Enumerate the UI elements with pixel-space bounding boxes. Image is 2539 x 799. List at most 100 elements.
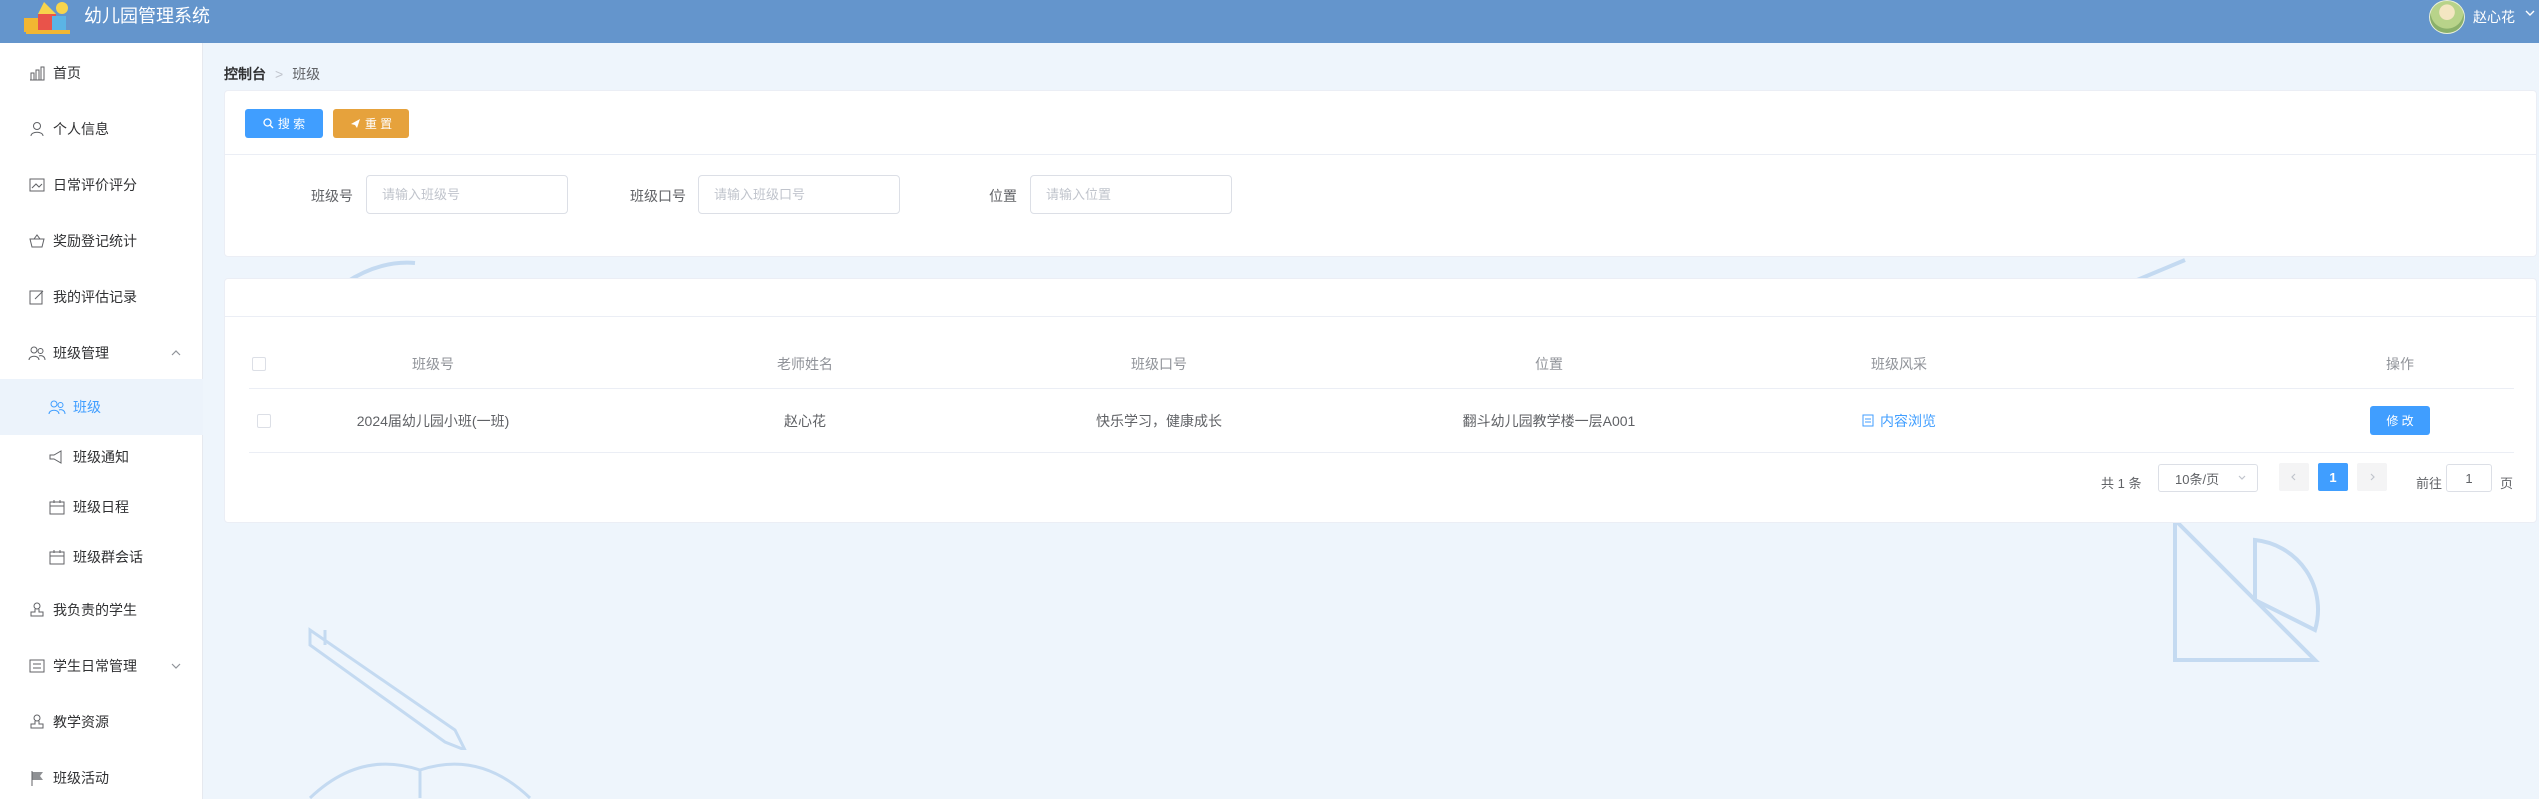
flag-icon xyxy=(31,771,43,786)
sidebar-item-home[interactable]: 首页 xyxy=(0,45,203,101)
prev-page-button[interactable] xyxy=(2279,463,2309,491)
book-watermark-icon xyxy=(308,762,532,799)
edit-icon xyxy=(29,290,44,305)
sidebar-item-class[interactable]: 班级 xyxy=(0,379,203,435)
send-icon xyxy=(350,119,360,128)
stamp-icon xyxy=(30,602,44,617)
pencil-watermark-icon xyxy=(308,627,467,750)
select-all-checkbox[interactable] xyxy=(252,356,266,371)
pagination-total: 共 1 条 xyxy=(2101,476,2142,491)
chevron-down-icon[interactable] xyxy=(2524,7,2536,19)
sidebar-item-label: 首页 xyxy=(53,65,81,81)
document-icon xyxy=(1862,414,1874,427)
goto-page-suffix: 页 xyxy=(2500,476,2514,491)
content-preview-link[interactable]: 内容浏览 xyxy=(1862,411,1936,431)
cell-actions: 修 改 xyxy=(2350,389,2450,452)
sidebar-item-my-students[interactable]: 我负责的学生 xyxy=(0,582,203,638)
megaphone-icon xyxy=(49,450,62,464)
sidebar-item-label: 班级 xyxy=(73,399,101,415)
class-slogan-label: 班级口号 xyxy=(630,188,686,204)
sidebar-item-rewards[interactable]: 奖励登记统计 xyxy=(0,213,203,269)
sidebar-item-class-schedule[interactable]: 班级日程 xyxy=(0,479,203,535)
sidebar-item-label: 班级日程 xyxy=(73,499,129,515)
edit-button[interactable]: 修 改 xyxy=(2370,406,2430,435)
page-size-select[interactable]: 10条/页 xyxy=(2158,464,2258,492)
page-size-value: 10条/页 xyxy=(2175,471,2220,487)
search-button-label: 搜 索 xyxy=(277,117,306,131)
avatar[interactable] xyxy=(2429,0,2465,34)
row-checkbox[interactable] xyxy=(257,413,271,428)
breadcrumb: 控制台 > 班级 xyxy=(224,64,320,84)
chevron-up-icon xyxy=(171,350,181,356)
class-no-label: 班级号 xyxy=(311,188,353,204)
breadcrumb-current: 班级 xyxy=(292,66,321,82)
select-all-cell xyxy=(249,339,269,388)
logo-icon xyxy=(24,2,70,34)
column-header: 操作 xyxy=(2386,355,2414,372)
sidebar-item-label: 日常评价评分 xyxy=(53,177,137,193)
sidebar-item-label: 奖励登记统计 xyxy=(53,233,137,249)
calendar-icon xyxy=(49,500,65,515)
group-icon xyxy=(28,346,46,361)
breadcrumb-separator: > xyxy=(275,66,284,82)
sidebar-item-label: 班级管理 xyxy=(53,345,109,361)
reset-button[interactable]: 重 置 xyxy=(333,109,409,138)
sidebar-item-daily-evaluation[interactable]: 日常评价评分 xyxy=(0,157,203,213)
picture-icon xyxy=(29,178,45,192)
breadcrumb-home[interactable]: 控制台 xyxy=(224,66,266,82)
chevron-left-icon xyxy=(2291,473,2296,481)
sidebar-item-teaching-resources[interactable]: 教学资源 xyxy=(0,694,203,750)
cell-slogan: 快乐学习，健康成长 xyxy=(1096,412,1222,429)
sidebar-item-label: 班级通知 xyxy=(73,449,129,465)
column-header: 班级号 xyxy=(412,355,454,372)
location-input[interactable] xyxy=(1030,175,1232,214)
class-slogan-input[interactable] xyxy=(698,175,900,214)
column-header: 老师姓名 xyxy=(777,355,833,372)
chevron-down-icon xyxy=(2238,475,2246,480)
sidebar-item-my-evaluations[interactable]: 我的评估记录 xyxy=(0,269,203,325)
list-icon xyxy=(29,659,45,673)
divider xyxy=(225,316,2536,317)
sidebar-item-class-notice[interactable]: 班级通知 xyxy=(0,429,203,485)
sidebar-item-profile[interactable]: 个人信息 xyxy=(0,101,203,157)
reset-button-label: 重 置 xyxy=(364,117,393,131)
search-button[interactable]: 搜 索 xyxy=(245,109,323,138)
chart-icon xyxy=(30,66,45,81)
table-header: 班级号 老师姓名 班级口号 位置 班级风采 操作 xyxy=(249,339,2514,389)
table-row: 2024届幼儿园小班(一班) 赵心花 快乐学习，健康成长 翻斗幼儿园教学楼一层A… xyxy=(249,389,2514,453)
sidebar-item-class-management[interactable]: 班级管理 xyxy=(0,325,203,381)
sidebar-item-label: 个人信息 xyxy=(53,121,109,137)
column-header: 位置 xyxy=(1535,355,1563,372)
location-label: 位置 xyxy=(989,188,1017,204)
group-icon xyxy=(48,400,66,415)
search-panel: 搜 索 重 置 班级号 班级口号 位置 xyxy=(224,90,2537,257)
goto-label: 前往 xyxy=(2416,476,2443,491)
sidebar-item-student-daily[interactable]: 学生日常管理 xyxy=(0,638,203,694)
basket-icon xyxy=(29,234,45,248)
calendar-icon xyxy=(49,550,65,565)
sidebar-item-class-activities[interactable]: 班级活动 xyxy=(0,750,203,799)
row-select-cell xyxy=(249,389,279,452)
page-number-button[interactable]: 1 xyxy=(2318,463,2348,491)
chevron-right-icon xyxy=(2370,473,2375,481)
sidebar-item-label: 教学资源 xyxy=(53,714,109,730)
column-header: 班级口号 xyxy=(1131,355,1187,372)
next-page-button[interactable] xyxy=(2357,463,2387,491)
sidebar-item-label: 班级活动 xyxy=(53,770,109,786)
sidebar-item-label: 学生日常管理 xyxy=(53,658,137,674)
class-no-input[interactable] xyxy=(366,175,568,214)
search-icon xyxy=(263,118,274,129)
cell-teacher: 赵心花 xyxy=(784,412,826,429)
sidebar: 首页 个人信息 日常评价评分 奖励登记统计 我的评估记录 班级管理 班级 班级通… xyxy=(0,43,203,799)
goto-page-input[interactable] xyxy=(2446,464,2492,492)
cell-location: 翻斗幼儿园教学楼一层A001 xyxy=(1462,412,1636,429)
column-header: 班级风采 xyxy=(1871,355,1927,372)
user-name[interactable]: 赵心花 xyxy=(2473,7,2515,27)
ruler-protractor-watermark-icon xyxy=(2173,515,2321,662)
content-preview-label: 内容浏览 xyxy=(1880,412,1936,429)
stamp-icon xyxy=(30,714,44,729)
table-panel: 班级号 老师姓名 班级口号 位置 班级风采 操作 2024届幼儿园小班(一班) … xyxy=(224,278,2537,523)
sidebar-item-class-chat[interactable]: 班级群会话 xyxy=(0,529,203,585)
cell-class-no: 2024届幼儿园小班(一班) xyxy=(356,412,510,429)
divider xyxy=(225,154,2536,155)
